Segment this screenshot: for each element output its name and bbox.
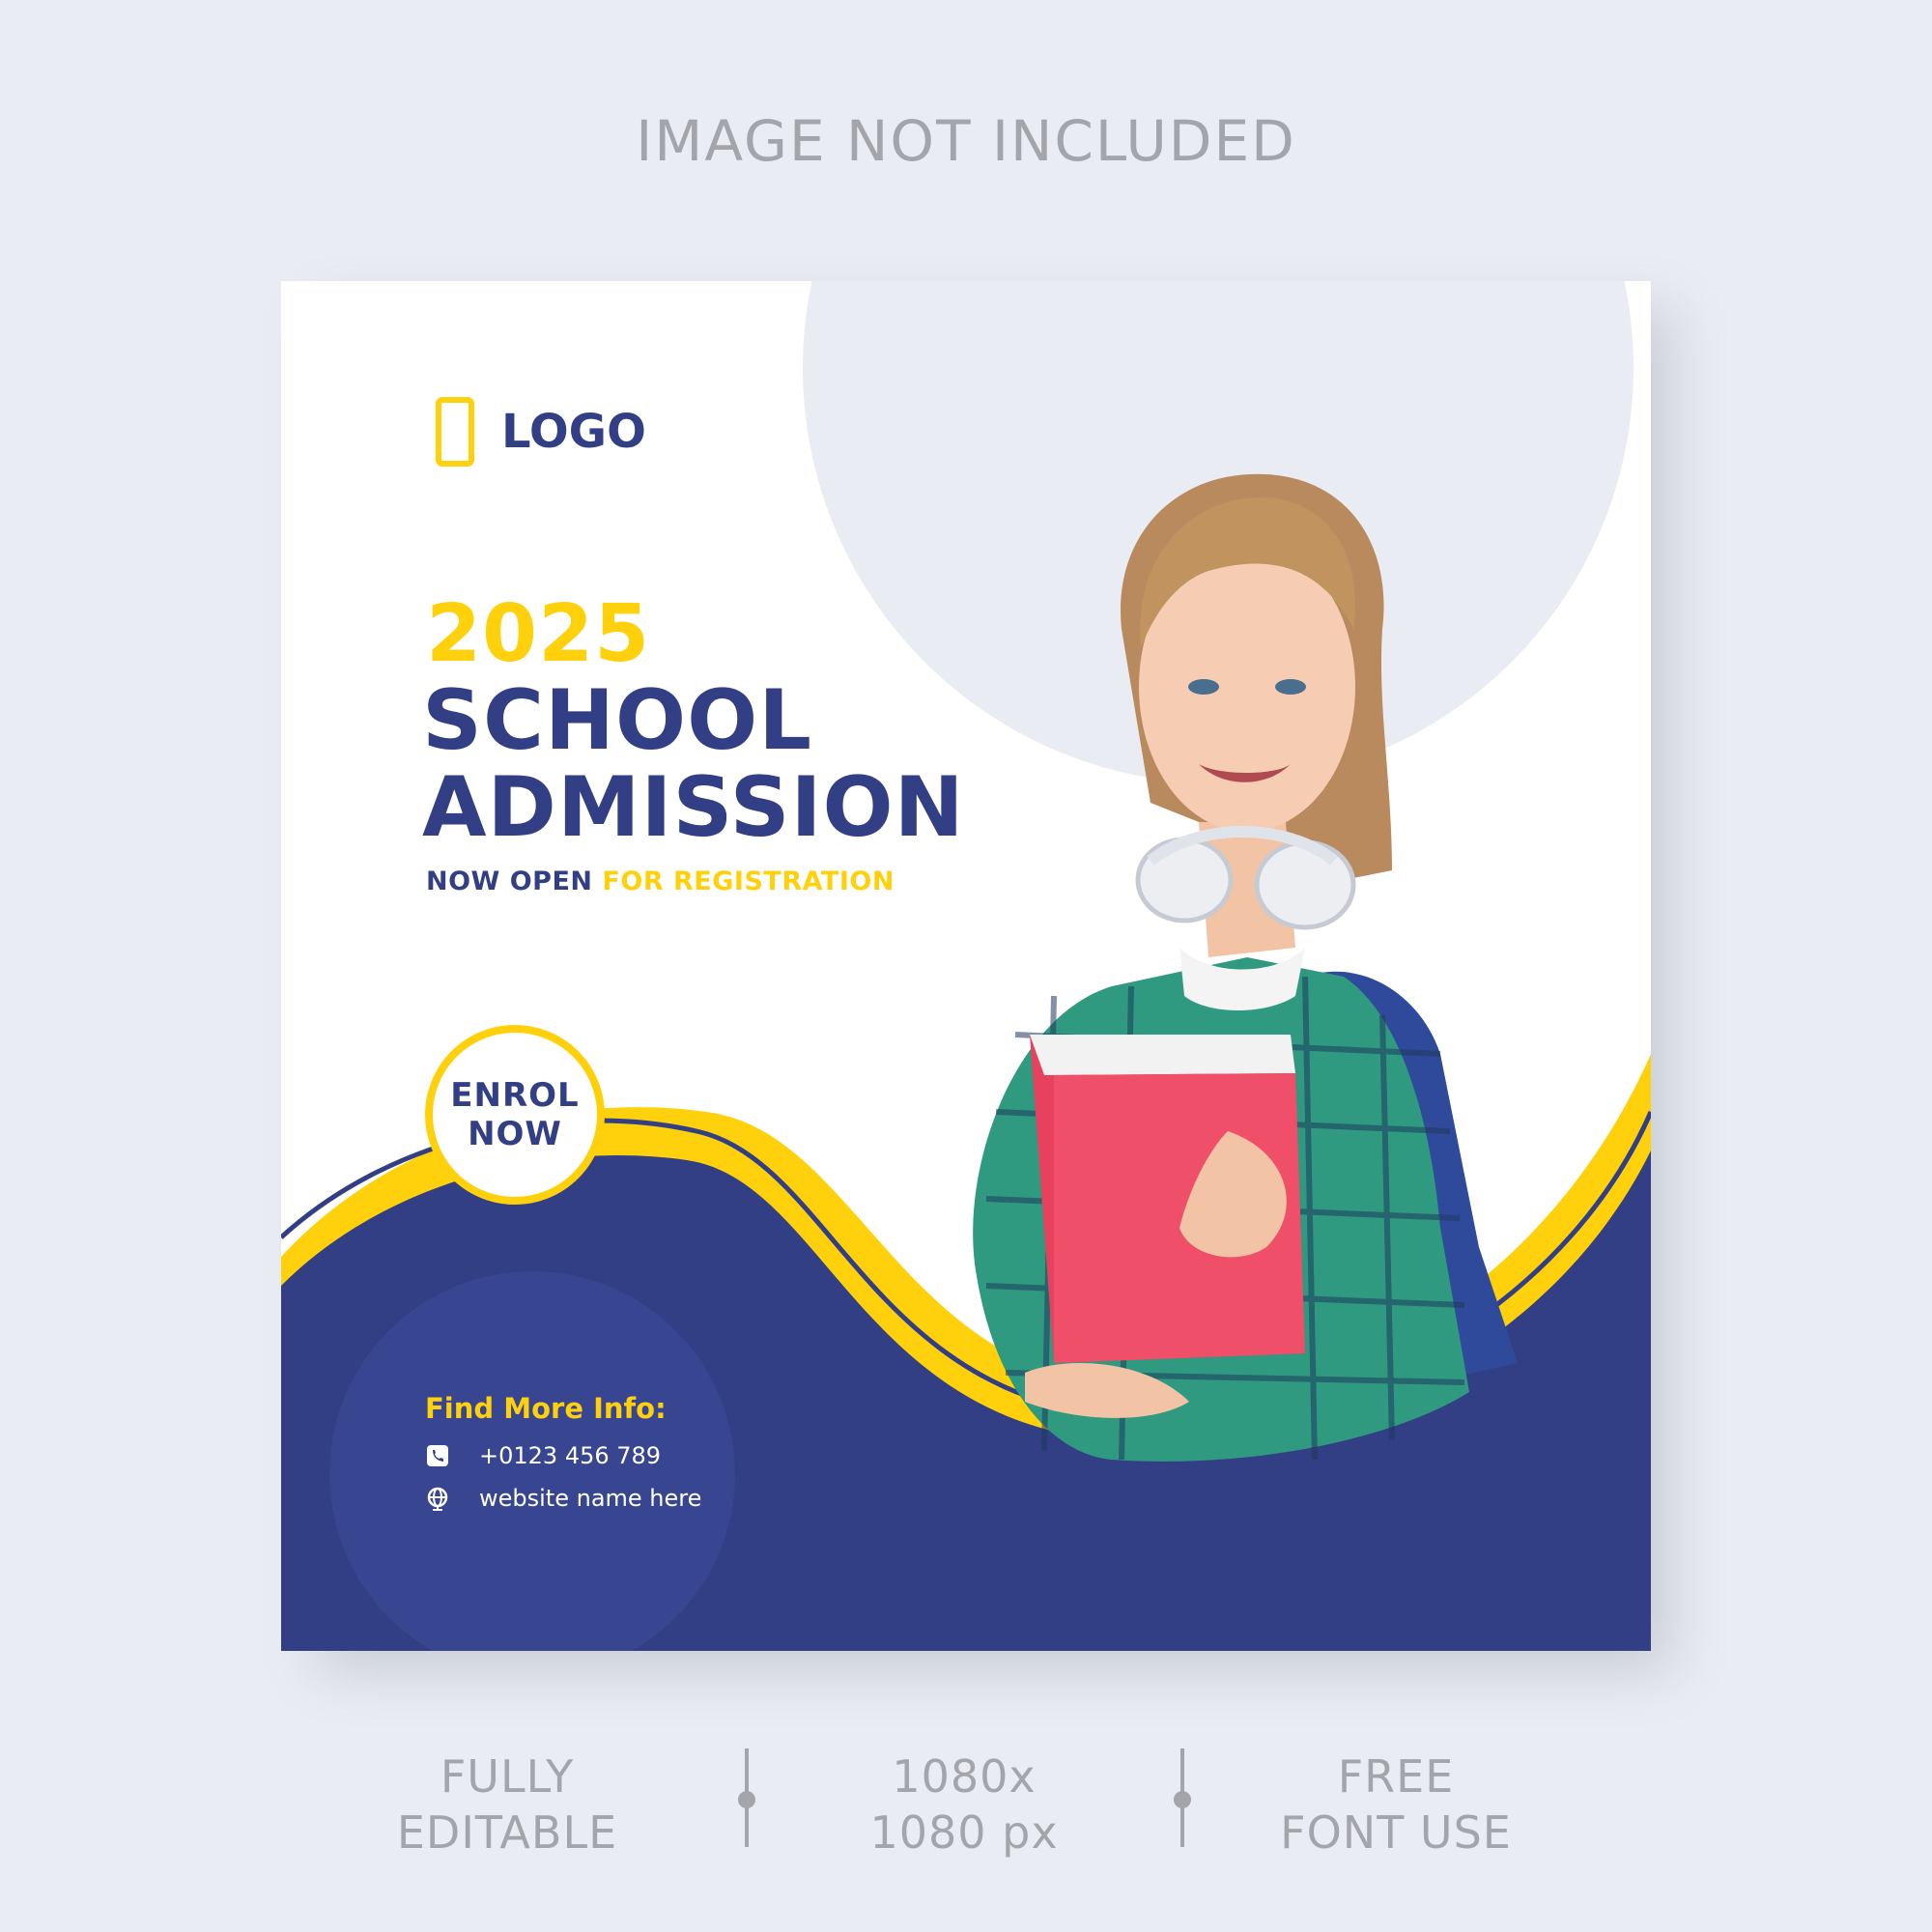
badge-fully-editable: FULLY EDITABLE [314,1748,700,1861]
badge-dimensions: 1080x 1080 px [771,1748,1157,1861]
image-not-included-note: IMAGE NOT INCLUDED [636,108,1296,174]
enrol-now-button[interactable]: ENROL NOW [425,1025,605,1205]
globe-icon [427,1487,448,1511]
rectangle-logo-icon [436,397,474,467]
badge-3-line-1: FREE [1337,1750,1455,1803]
enrol-label: ENROL [450,1076,580,1115]
now-label: NOW [468,1115,562,1153]
flyer-card: LOGO 2025 SCHOOL ADMISSION NOW OPEN FOR … [281,281,1651,1651]
title-school: SCHOOL [422,672,813,769]
subtitle-now-open: NOW OPEN [426,867,593,896]
badge-1-line-1: FULLY [440,1750,575,1803]
phone-icon [427,1445,448,1466]
badge-2-line-2: 1080 px [869,1806,1059,1859]
phone-number: +0123 456 789 [479,1442,662,1469]
title-admission: ADMISSION [422,759,965,856]
phone-row[interactable]: +0123 456 789 [425,1442,661,1469]
badge-1-line-2: EDITABLE [396,1806,618,1859]
badge-3-line-2: FONT USE [1280,1806,1512,1859]
badge-2-line-1: 1080x [892,1750,1037,1803]
website-row[interactable]: website name here [425,1485,701,1512]
year-heading: 2025 [426,588,651,680]
badge-separator [738,1748,755,1847]
feature-badges: FULLY EDITABLE 1080x 1080 px FREE FONT U… [0,1748,1932,1864]
subtitle-registration: FOR REGISTRATION [602,867,895,896]
logo-text: LOGO [501,405,646,459]
subtitle: NOW OPEN FOR REGISTRATION [426,867,895,896]
logo[interactable]: LOGO [436,397,646,467]
website-text: website name here [479,1485,702,1512]
info-title: Find More Info: [425,1392,667,1425]
badge-separator [1174,1748,1191,1847]
badge-free-font: FREE FONT USE [1203,1748,1589,1861]
